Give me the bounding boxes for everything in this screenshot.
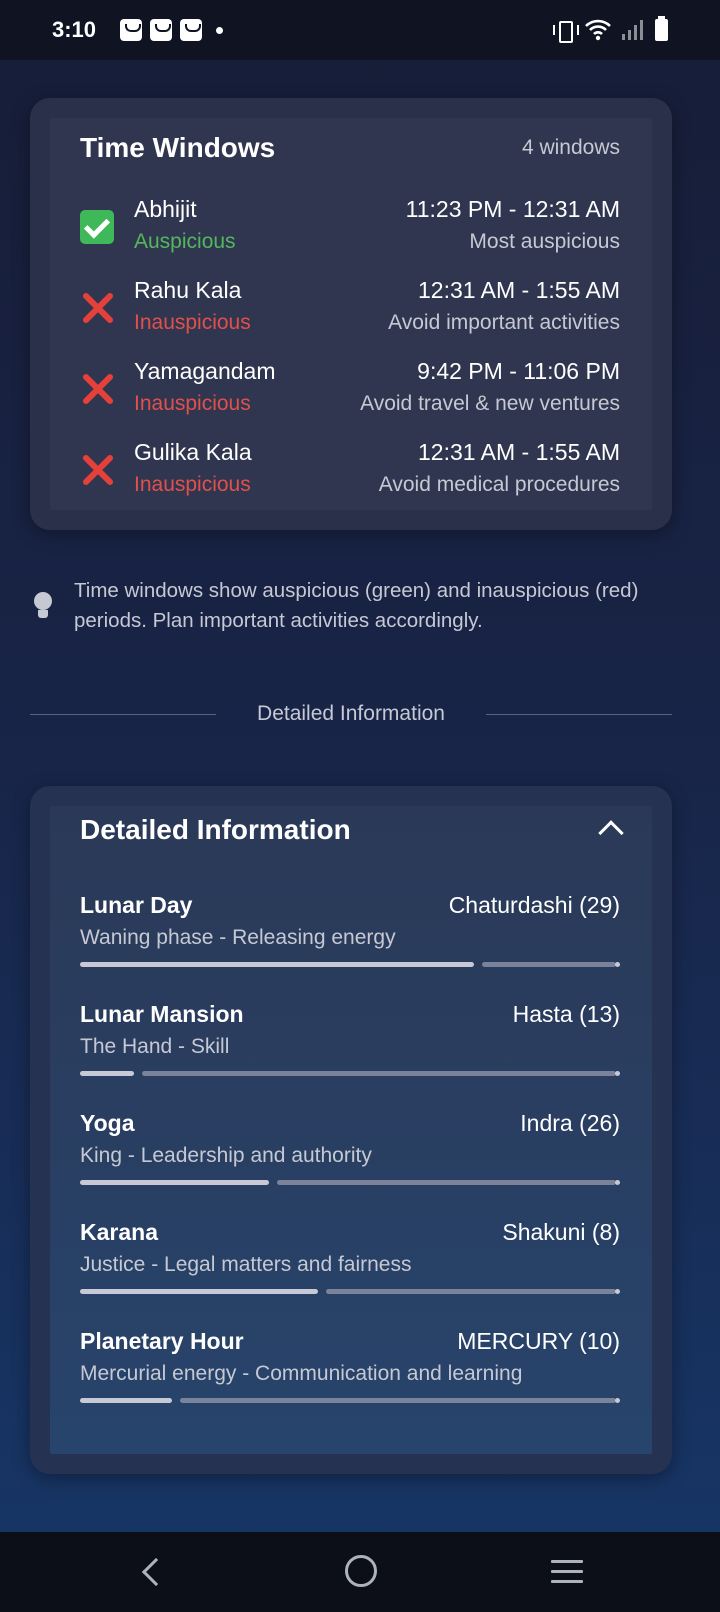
signal-icon [622, 20, 643, 40]
time-window-note: Avoid medical procedures [378, 473, 620, 496]
tip-text: Time windows show auspicious (green) and… [74, 579, 639, 632]
time-window-name: Gulika Kala [134, 439, 252, 465]
vibrate-icon [553, 19, 579, 43]
time-window-row[interactable]: Abhijit Auspicious 11:23 PM - 12:31 AM M… [80, 196, 620, 266]
detail-label: Karana [80, 1219, 158, 1245]
detail-progress-bar [80, 1289, 620, 1294]
detail-progress-bar [80, 962, 620, 967]
time-window-range: 12:31 AM - 1:55 AM [417, 277, 620, 303]
cross-icon [80, 291, 114, 325]
detail-label: Planetary Hour [80, 1328, 244, 1354]
detail-label: Lunar Day [80, 892, 193, 918]
section-divider: Detailed Information [30, 700, 672, 730]
lightbulb-icon [32, 592, 54, 622]
detail-label: Lunar Mansion [80, 1001, 244, 1027]
time-window-status: Inauspicious [134, 473, 251, 496]
detail-progress-bar [80, 1071, 620, 1076]
time-window-status: Inauspicious [134, 392, 251, 415]
progress-fill [80, 1071, 134, 1076]
detail-value: Hasta (13) [512, 1001, 620, 1027]
progress-fill [80, 1180, 269, 1185]
detail-value: MERCURY (10) [457, 1328, 620, 1354]
time-window-row[interactable]: Rahu Kala Inauspicious 12:31 AM - 1:55 A… [80, 277, 620, 347]
time-window-row[interactable]: Yamagandam Inauspicious 9:42 PM - 11:06 … [80, 358, 620, 428]
detail-row: Lunar Mansion Hasta (13) The Hand - Skil… [80, 1001, 620, 1097]
progress-end-dot [615, 1289, 620, 1294]
detail-description: The Hand - Skill [80, 1035, 230, 1058]
detail-description: Mercurial energy - Communication and lea… [80, 1362, 523, 1385]
time-windows-count: 4 windows [521, 136, 620, 159]
time-window-note: Avoid important activities [388, 311, 620, 334]
detail-value: Indra (26) [520, 1110, 620, 1136]
system-icons [553, 16, 668, 43]
detail-value: Chaturdashi (29) [448, 892, 620, 918]
progress-remaining [326, 1289, 616, 1294]
detail-label: Yoga [80, 1110, 135, 1136]
detail-row: Yoga Indra (26) King - Leadership and au… [80, 1110, 620, 1206]
progress-fill [80, 1398, 172, 1403]
home-icon[interactable] [345, 1555, 377, 1587]
detail-progress-bar [80, 1180, 620, 1185]
time-windows-panel: Time Windows 4 windows Abhijit Auspiciou… [50, 118, 652, 510]
info-tip: Time windows show auspicious (green) and… [32, 576, 672, 636]
detail-description: Justice - Legal matters and fairness [80, 1253, 412, 1276]
time-windows-card: Time Windows 4 windows Abhijit Auspiciou… [30, 98, 672, 530]
notification-icons [120, 19, 223, 41]
battery-icon [655, 16, 668, 41]
detail-row: Lunar Day Chaturdashi (29) Waning phase … [80, 892, 620, 988]
time-window-status: Auspicious [134, 230, 236, 253]
time-window-row[interactable]: Gulika Kala Inauspicious 12:31 AM - 1:55… [80, 439, 620, 509]
progress-remaining [180, 1398, 616, 1403]
time-windows-title: Time Windows [80, 132, 276, 163]
wifi-icon [585, 19, 611, 41]
check-icon [80, 210, 114, 244]
divider-line [486, 714, 672, 715]
detailed-info-panel: Detailed Information Lunar Day Chaturdas… [50, 806, 652, 1454]
chevron-up-icon[interactable] [598, 820, 624, 846]
recents-icon[interactable] [551, 1560, 583, 1583]
progress-remaining [142, 1071, 616, 1076]
time-window-name: Yamagandam [134, 358, 276, 384]
detail-row: Karana Shakuni (8) Justice - Legal matte… [80, 1219, 620, 1315]
time-window-note: Most auspicious [469, 230, 620, 253]
time-window-range: 9:42 PM - 11:06 PM [417, 358, 620, 384]
progress-remaining [277, 1180, 616, 1185]
shopping-bag-icon [180, 19, 202, 41]
progress-remaining [482, 962, 616, 967]
progress-fill [80, 962, 474, 967]
time-window-status: Inauspicious [134, 311, 251, 334]
time-window-note: Avoid travel & new ventures [360, 392, 620, 415]
detail-progress-bar [80, 1398, 620, 1403]
status-bar: 3:10 [0, 0, 720, 60]
detail-value: Shakuni (8) [502, 1219, 620, 1245]
dot-icon [216, 26, 223, 34]
progress-end-dot [615, 1071, 620, 1076]
detailed-info-title: Detailed Information [80, 814, 351, 845]
time-window-name: Abhijit [134, 196, 197, 222]
cross-icon [80, 372, 114, 406]
time-window-range: 11:23 PM - 12:31 AM [405, 196, 620, 222]
cross-icon [80, 453, 114, 487]
detail-description: King - Leadership and authority [80, 1144, 372, 1167]
detailed-info-card: Detailed Information Lunar Day Chaturdas… [30, 786, 672, 1474]
shopping-bag-icon [120, 19, 142, 41]
detail-row: Planetary Hour MERCURY (10) Mercurial en… [80, 1328, 620, 1424]
back-icon[interactable] [141, 1557, 171, 1587]
time-window-name: Rahu Kala [134, 277, 242, 303]
status-time: 3:10 [52, 17, 97, 42]
progress-end-dot [615, 1398, 620, 1403]
detail-description: Waning phase - Releasing energy [80, 926, 396, 949]
time-window-range: 12:31 AM - 1:55 AM [417, 439, 620, 465]
shopping-bag-icon [150, 19, 172, 41]
progress-fill [80, 1289, 318, 1294]
progress-end-dot [615, 962, 620, 967]
progress-end-dot [615, 1180, 620, 1185]
navigation-bar [0, 1532, 720, 1612]
